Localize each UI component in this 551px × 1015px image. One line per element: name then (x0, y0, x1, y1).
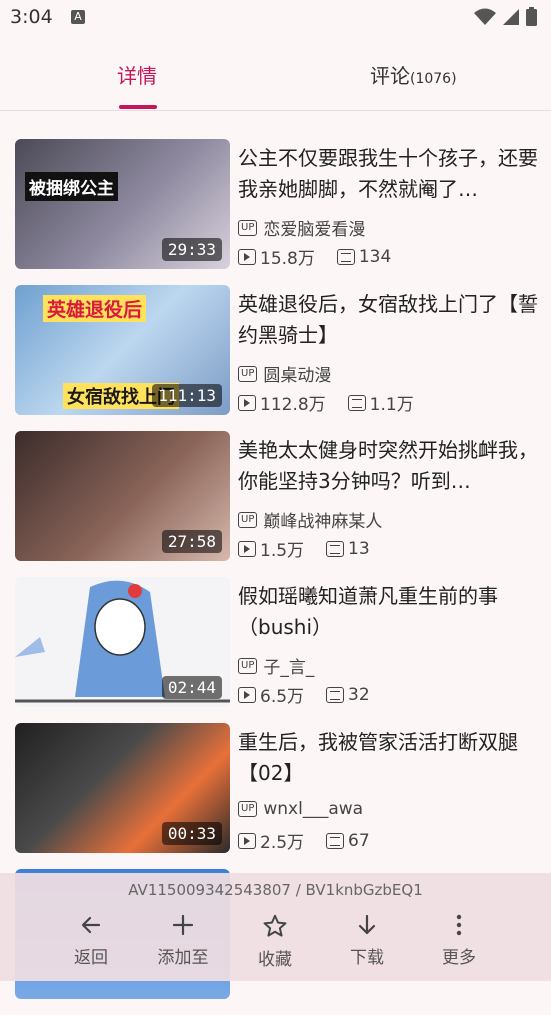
battery-icon (526, 7, 537, 26)
view-count: 1.5万 (260, 541, 305, 561)
view-count: 2.5万 (260, 833, 305, 853)
up-icon: UP (238, 657, 258, 674)
view-count: 112.8万 (260, 395, 326, 415)
duration-badge: 29:33 (161, 238, 222, 261)
back-button[interactable]: 返回 (51, 913, 131, 968)
status-indicators (474, 7, 537, 26)
signal-icon (503, 8, 519, 25)
danmaku-icon (326, 832, 345, 849)
video-thumbnail[interactable]: 00:33 (15, 723, 230, 853)
video-item[interactable]: 被捆绑公主 29:33 公主不仅要跟我生十个孩子，还要我亲她脚脚，不然就阉了… … (0, 139, 551, 285)
thumb-caption: 英雄退役后 (43, 295, 147, 322)
uploader[interactable]: UP 圆桌动漫 (238, 361, 331, 386)
add-to-label: 添加至 (157, 948, 209, 968)
download-arrow-icon (358, 914, 376, 935)
video-item[interactable]: 英雄退役后 女宿敌找上门 111:13 英雄退役后，女宿敌找上门了【誓约黑骑士】… (0, 285, 551, 431)
up-icon: UP (238, 801, 258, 817)
danmaku-count: 67 (348, 830, 370, 851)
danmaku-count: 13 (348, 538, 370, 559)
video-stats: 6.5万 32 (238, 682, 370, 707)
video-stats: 1.5万 13 (238, 536, 370, 561)
video-item[interactable]: 00:33 重生后，我被管家活活打断双腿【02】 UP wnxl___awa 2.… (0, 723, 551, 869)
danmaku-count: 134 (358, 246, 392, 267)
danmaku-count: 32 (348, 684, 370, 705)
view-count: 15.8万 (260, 249, 315, 269)
video-stats: 2.5万 67 (238, 828, 370, 853)
play-count-icon (238, 248, 256, 265)
video-thumbnail[interactable]: 27:58 (15, 431, 230, 561)
tab-comments[interactable]: 评论(1076) (370, 60, 457, 89)
add-to-button[interactable]: 添加至 (143, 913, 223, 968)
danmaku-icon (326, 686, 345, 703)
comment-count: (1076) (410, 71, 457, 87)
uploader-name: 恋爱脑爱看漫 (263, 220, 366, 240)
uploader[interactable]: UP 子_言_ (238, 653, 314, 678)
thumb-caption: 被捆绑公主 (25, 172, 118, 201)
uploader-name: 巅峰战神麻某人 (263, 512, 383, 532)
active-tab-indicator (119, 105, 157, 109)
video-title: 美艳太太健身时突然开始挑衅我，你能坚持3分钟吗？听到… (238, 438, 538, 493)
uploader-name: wnxl___awa (263, 799, 364, 819)
more-label: 更多 (442, 948, 476, 968)
danmaku-icon (347, 394, 366, 411)
video-title: 英雄退役后，女宿敌找上门了【誓约黑骑士】 (238, 292, 538, 347)
uploader-name: 子_言_ (263, 658, 315, 678)
video-item[interactable]: 02:44 假如瑶曦知道萧凡重生前的事（bushi） UP 子_言_ 6.5万 3… (0, 577, 551, 723)
video-thumbnail[interactable]: 02:44 (15, 577, 230, 707)
video-title: 公主不仅要跟我生十个孩子，还要我亲她脚脚，不然就阉了… (238, 146, 538, 201)
status-bar: 3:04 A (0, 0, 551, 36)
plus-icon (172, 914, 194, 936)
back-arrow-icon (81, 916, 101, 934)
duration-badge: 02:44 (161, 676, 222, 699)
play-count-icon (238, 394, 256, 411)
up-icon: UP (238, 511, 258, 528)
danmaku-icon (326, 540, 345, 557)
video-thumbnail[interactable]: 被捆绑公主 29:33 (15, 139, 230, 269)
more-vertical-icon (456, 914, 462, 936)
favorite-label: 收藏 (258, 950, 292, 970)
favorite-button[interactable]: 收藏 (235, 913, 315, 970)
play-count-icon (238, 686, 256, 703)
danmaku-count: 1.1万 (369, 395, 414, 415)
uploader[interactable]: UP wnxl___awa (238, 799, 363, 819)
video-title: 重生后，我被管家活活打断双腿【02】 (238, 730, 518, 785)
duration-badge: 00:33 (161, 822, 222, 845)
play-count-icon (238, 540, 256, 557)
up-icon: UP (238, 219, 258, 236)
danmaku-icon (336, 248, 355, 265)
download-button[interactable]: 下载 (327, 913, 407, 968)
status-time: 3:04 (10, 6, 53, 28)
bottom-action-bar: AV115009342543807 / BV1knbGzbEQ1 返回 添加至 … (0, 873, 551, 981)
play-count-icon (238, 832, 256, 849)
notification-icon: A (71, 10, 85, 24)
uploader-name: 圆桌动漫 (263, 366, 332, 386)
video-item[interactable]: 27:58 美艳太太健身时突然开始挑衅我，你能坚持3分钟吗？听到… UP 巅峰战神… (0, 431, 551, 577)
back-label: 返回 (74, 948, 108, 968)
video-thumbnail[interactable]: 英雄退役后 女宿敌找上门 111:13 (15, 285, 230, 415)
tab-details[interactable]: 详情 (117, 60, 157, 89)
uploader[interactable]: UP 巅峰战神麻某人 (238, 507, 382, 532)
wifi-icon (474, 8, 496, 25)
tab-comments-label: 评论 (370, 64, 410, 88)
video-id: AV115009342543807 / BV1knbGzbEQ1 (128, 881, 423, 899)
video-stats: 112.8万 1.1万 (238, 390, 414, 415)
more-button[interactable]: 更多 (419, 913, 499, 968)
video-stats: 15.8万 134 (238, 244, 391, 269)
view-count: 6.5万 (260, 687, 305, 707)
up-icon: UP (238, 365, 258, 382)
star-icon (263, 914, 287, 937)
download-label: 下载 (350, 948, 384, 968)
tab-bar: 详情 评论(1076) (0, 36, 551, 111)
video-title: 假如瑶曦知道萧凡重生前的事（bushi） (238, 584, 498, 639)
duration-badge: 27:58 (161, 530, 222, 553)
uploader[interactable]: UP 恋爱脑爱看漫 (238, 215, 365, 240)
duration-badge: 111:13 (152, 384, 222, 407)
